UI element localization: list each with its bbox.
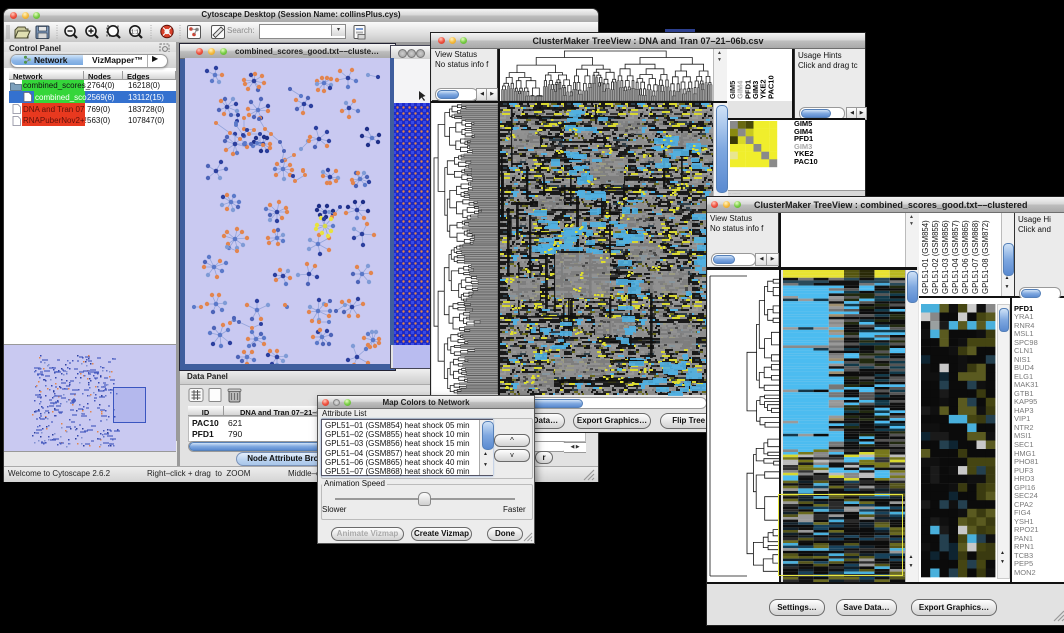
svg-text:1:1: 1:1 [131, 30, 139, 36]
svg-text:GPL51-04 (GSM857): GPL51-04 (GSM857) [951, 220, 960, 294]
svg-text:GPL51-08 (GSM872): GPL51-08 (GSM872) [981, 220, 990, 294]
svg-text:PAC10: PAC10 [767, 75, 776, 99]
svg-text:GPL51-01 (GSM854): GPL51-01 (GSM854) [921, 220, 930, 294]
svg-text:GPL51-03 (GSM856): GPL51-03 (GSM856) [941, 220, 950, 294]
svg-text:GPL51-07 (GSM868): GPL51-07 (GSM868) [971, 220, 980, 294]
svg-text:GPL51-06 (GSM865): GPL51-06 (GSM865) [961, 220, 970, 294]
svg-text:GPL51-02 (GSM855): GPL51-02 (GSM855) [931, 220, 940, 294]
